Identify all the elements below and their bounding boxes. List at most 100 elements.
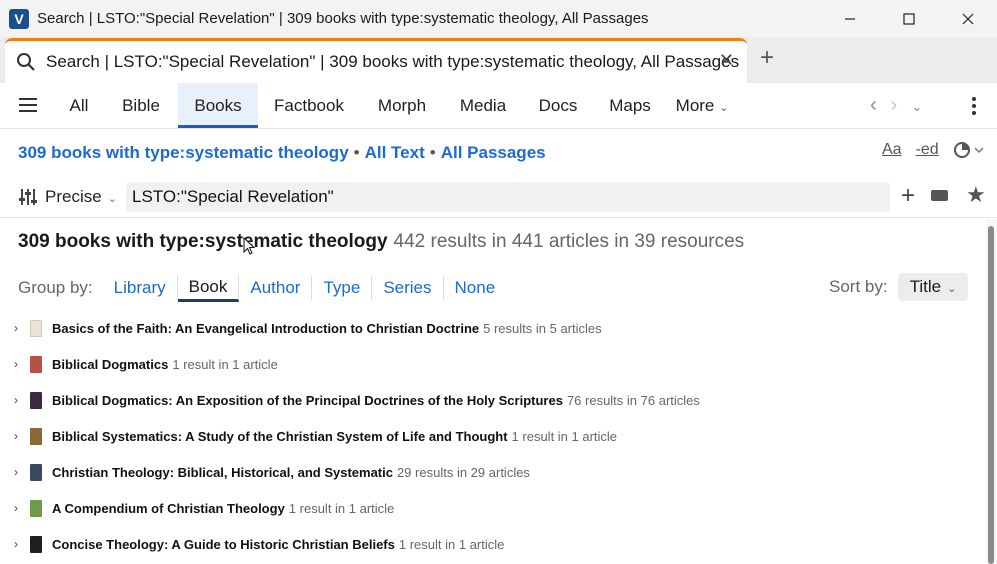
results-heading: 309 books with type:systematic theology 4… bbox=[18, 231, 744, 253]
result-book-row[interactable]: › A Compendium of Christian Theology 1 r… bbox=[14, 496, 394, 520]
book-title[interactable]: Concise Theology: A Guide to Historic Ch… bbox=[52, 537, 395, 552]
match-mode-dropdown[interactable]: Precise ⌄ bbox=[45, 187, 117, 207]
tab-maps[interactable]: Maps bbox=[600, 83, 660, 128]
hamburger-menu-icon[interactable] bbox=[19, 98, 37, 112]
search-query-input[interactable]: LSTO:"Special Revelation" bbox=[126, 182, 890, 212]
results-scrollbar-thumb[interactable] bbox=[988, 226, 994, 564]
book-hit-count: 29 results in 29 articles bbox=[396, 464, 530, 480]
expand-chevron-icon[interactable]: › bbox=[14, 501, 24, 515]
back-arrow-icon[interactable]: ‹ bbox=[870, 94, 877, 117]
match-mode-label: Precise bbox=[45, 187, 102, 206]
scope-tools: Aa -ed bbox=[882, 141, 985, 164]
result-book-row[interactable]: › Biblical Dogmatics 1 result in 1 artic… bbox=[14, 352, 278, 376]
search-bar: Precise ⌄ LSTO:"Special Revelation" + ★ bbox=[0, 178, 997, 218]
close-icon bbox=[962, 13, 973, 24]
search-options-icon[interactable] bbox=[953, 141, 985, 164]
search-icon bbox=[17, 53, 35, 71]
tab-more[interactable]: More ⌄ bbox=[670, 83, 734, 128]
expand-chevron-icon[interactable]: › bbox=[14, 465, 24, 479]
sort-by-value: Title bbox=[909, 277, 942, 296]
forward-arrow-icon[interactable]: › bbox=[891, 94, 898, 117]
separator-dot: • bbox=[353, 143, 360, 162]
search-scope: 309 books with type:systematic theology •… bbox=[18, 143, 546, 163]
search-settings-sliders-icon[interactable] bbox=[18, 187, 38, 207]
more-options-icon[interactable] bbox=[972, 97, 976, 118]
expand-chevron-icon[interactable]: › bbox=[14, 537, 24, 551]
maximize-button[interactable] bbox=[879, 0, 938, 37]
tab-factbook[interactable]: Factbook bbox=[266, 83, 352, 128]
expand-chevron-icon[interactable]: › bbox=[14, 393, 24, 407]
window-title: Search | LSTO:"Special Revelation" | 309… bbox=[37, 10, 649, 27]
chevron-down-icon: ⌄ bbox=[947, 283, 957, 295]
font-size-icon[interactable]: Aa bbox=[882, 141, 902, 164]
expand-chevron-icon[interactable]: › bbox=[14, 357, 24, 371]
group-by-none[interactable]: None bbox=[444, 276, 507, 300]
results-scope-title: 309 books with type:systematic theology bbox=[18, 231, 388, 252]
sort-by-label: Sort by: bbox=[829, 277, 888, 296]
result-book-row[interactable]: › Concise Theology: A Guide to Historic … bbox=[14, 532, 504, 556]
inflections-icon[interactable]: -ed bbox=[916, 141, 939, 164]
book-title[interactable]: Christian Theology: Biblical, Historical… bbox=[52, 465, 393, 480]
result-book-row[interactable]: › Christian Theology: Biblical, Historic… bbox=[14, 460, 530, 484]
tab-title: Search | LSTO:"Special Revelation" | 309… bbox=[46, 52, 740, 71]
close-tab-icon[interactable]: ✕ bbox=[719, 50, 734, 71]
book-hit-count: 5 results in 5 articles bbox=[483, 320, 602, 336]
tab-all[interactable]: All bbox=[58, 83, 100, 128]
result-book-row[interactable]: › Biblical Systematics: A Study of the C… bbox=[14, 424, 617, 448]
separator-dot: • bbox=[429, 143, 436, 162]
minimize-icon bbox=[844, 17, 855, 20]
logos-app-icon: V bbox=[9, 8, 29, 29]
keyboard-icon[interactable] bbox=[931, 190, 948, 201]
group-by-library[interactable]: Library bbox=[103, 276, 178, 300]
sort-by-dropdown[interactable]: Title ⌄ bbox=[897, 273, 969, 301]
book-title[interactable]: Biblical Dogmatics bbox=[52, 357, 168, 372]
sort-by-control: Sort by: Title ⌄ bbox=[829, 273, 969, 301]
passage-scope-link[interactable]: All Passages bbox=[441, 143, 546, 162]
new-tab-button[interactable]: + bbox=[760, 45, 774, 71]
tab-more-label: More bbox=[675, 96, 715, 115]
group-by-book[interactable]: Book bbox=[177, 274, 240, 302]
resource-scope-link[interactable]: 309 books with type:systematic theology bbox=[18, 143, 349, 162]
result-book-row[interactable]: › Biblical Dogmatics: An Exposition of t… bbox=[14, 388, 700, 412]
group-by-series[interactable]: Series bbox=[372, 276, 444, 300]
book-cover-thumbnail bbox=[30, 319, 42, 337]
group-by-type[interactable]: Type bbox=[312, 276, 373, 300]
tab-morph[interactable]: Morph bbox=[368, 83, 436, 128]
book-hit-count: 1 result in 1 article bbox=[511, 428, 618, 444]
minimize-button[interactable] bbox=[820, 0, 879, 37]
tab-media[interactable]: Media bbox=[451, 83, 515, 128]
mouse-pointer-icon bbox=[243, 237, 255, 255]
group-by-author[interactable]: Author bbox=[239, 276, 313, 300]
book-cover-thumbnail bbox=[30, 535, 42, 553]
window-controls bbox=[820, 0, 997, 37]
group-by-label: Group by: bbox=[18, 278, 93, 297]
history-controls: ‹ › ⌄ bbox=[870, 94, 922, 117]
add-search-term-button[interactable]: + bbox=[901, 184, 915, 208]
book-cover-thumbnail bbox=[30, 391, 42, 409]
tab-strip: Search | LSTO:"Special Revelation" | 309… bbox=[0, 37, 997, 83]
book-cover-thumbnail bbox=[30, 355, 42, 373]
close-window-button[interactable] bbox=[938, 0, 997, 37]
result-book-row[interactable]: › Basics of the Faith: An Evangelical In… bbox=[14, 316, 602, 340]
chevron-down-icon: ⌄ bbox=[719, 102, 729, 114]
book-cover-thumbnail bbox=[30, 499, 42, 517]
book-hit-count: 1 result in 1 article bbox=[172, 356, 278, 372]
tab-bible[interactable]: Bible bbox=[110, 83, 172, 128]
tab-books[interactable]: Books bbox=[178, 83, 258, 128]
text-scope-link[interactable]: All Text bbox=[365, 143, 425, 162]
expand-chevron-icon[interactable]: › bbox=[14, 321, 24, 335]
expand-chevron-icon[interactable]: › bbox=[14, 429, 24, 443]
search-document-tab[interactable]: Search | LSTO:"Special Revelation" | 309… bbox=[5, 38, 747, 83]
book-cover-thumbnail bbox=[30, 463, 42, 481]
search-kind-toolbar: All Bible Books Factbook Morph Media Doc… bbox=[0, 83, 997, 129]
history-dropdown-icon[interactable]: ⌄ bbox=[911, 99, 922, 117]
book-hit-count: 76 results in 76 articles bbox=[566, 392, 700, 408]
tab-docs[interactable]: Docs bbox=[530, 83, 586, 128]
book-title[interactable]: Biblical Systematics: A Study of the Chr… bbox=[52, 429, 508, 444]
favorite-star-icon[interactable]: ★ bbox=[966, 182, 986, 208]
book-title[interactable]: Biblical Dogmatics: An Exposition of the… bbox=[52, 393, 563, 408]
chevron-down-icon: ⌄ bbox=[107, 193, 117, 205]
book-title[interactable]: Basics of the Faith: An Evangelical Intr… bbox=[52, 321, 479, 336]
book-title[interactable]: A Compendium of Christian Theology bbox=[52, 501, 285, 516]
book-hit-count: 1 result in 1 article bbox=[398, 536, 505, 552]
